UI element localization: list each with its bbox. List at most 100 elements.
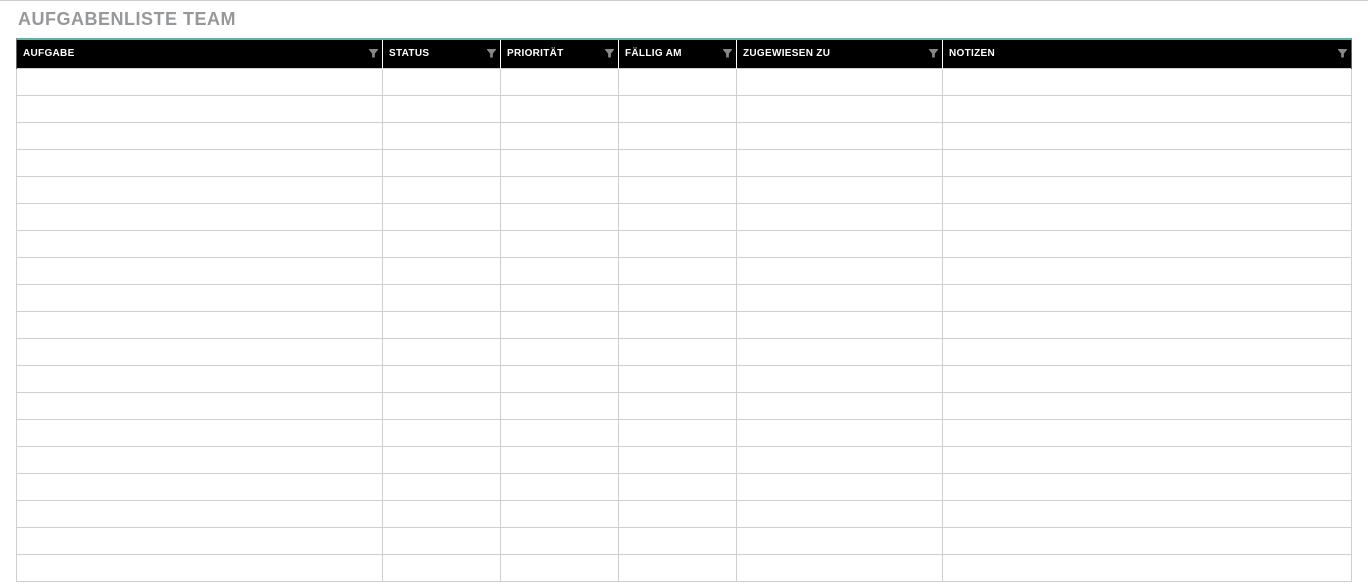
cell-faellig[interactable] (619, 122, 737, 149)
cell-notizen[interactable] (943, 419, 1352, 446)
cell-aufgabe[interactable] (17, 149, 383, 176)
cell-faellig[interactable] (619, 473, 737, 500)
cell-notizen[interactable] (943, 284, 1352, 311)
cell-prioritaet[interactable] (501, 122, 619, 149)
cell-notizen[interactable] (943, 554, 1352, 581)
cell-notizen[interactable] (943, 500, 1352, 527)
cell-aufgabe[interactable] (17, 176, 383, 203)
filter-icon[interactable] (928, 49, 938, 59)
cell-faellig[interactable] (619, 230, 737, 257)
cell-prioritaet[interactable] (501, 311, 619, 338)
cell-notizen[interactable] (943, 149, 1352, 176)
cell-faellig[interactable] (619, 500, 737, 527)
cell-prioritaet[interactable] (501, 338, 619, 365)
cell-faellig[interactable] (619, 203, 737, 230)
cell-prioritaet[interactable] (501, 554, 619, 581)
cell-status[interactable] (383, 365, 501, 392)
cell-status[interactable] (383, 230, 501, 257)
cell-aufgabe[interactable] (17, 500, 383, 527)
cell-status[interactable] (383, 446, 501, 473)
cell-status[interactable] (383, 122, 501, 149)
cell-status[interactable] (383, 311, 501, 338)
cell-zugewiesen[interactable] (737, 203, 943, 230)
cell-notizen[interactable] (943, 176, 1352, 203)
filter-icon[interactable] (1337, 49, 1347, 59)
cell-zugewiesen[interactable] (737, 365, 943, 392)
cell-prioritaet[interactable] (501, 257, 619, 284)
cell-aufgabe[interactable] (17, 230, 383, 257)
cell-prioritaet[interactable] (501, 95, 619, 122)
cell-zugewiesen[interactable] (737, 284, 943, 311)
cell-faellig[interactable] (619, 419, 737, 446)
cell-faellig[interactable] (619, 311, 737, 338)
cell-prioritaet[interactable] (501, 203, 619, 230)
cell-zugewiesen[interactable] (737, 338, 943, 365)
cell-zugewiesen[interactable] (737, 527, 943, 554)
cell-status[interactable] (383, 392, 501, 419)
col-header-prioritaet[interactable]: PRIORITÄT (501, 40, 619, 68)
cell-status[interactable] (383, 527, 501, 554)
cell-prioritaet[interactable] (501, 176, 619, 203)
cell-faellig[interactable] (619, 527, 737, 554)
cell-prioritaet[interactable] (501, 446, 619, 473)
cell-status[interactable] (383, 257, 501, 284)
cell-notizen[interactable] (943, 473, 1352, 500)
cell-notizen[interactable] (943, 392, 1352, 419)
cell-faellig[interactable] (619, 392, 737, 419)
col-header-faellig[interactable]: FÄLLIG AM (619, 40, 737, 68)
cell-zugewiesen[interactable] (737, 500, 943, 527)
cell-faellig[interactable] (619, 149, 737, 176)
cell-status[interactable] (383, 473, 501, 500)
cell-status[interactable] (383, 338, 501, 365)
cell-status[interactable] (383, 419, 501, 446)
cell-prioritaet[interactable] (501, 365, 619, 392)
cell-zugewiesen[interactable] (737, 392, 943, 419)
cell-zugewiesen[interactable] (737, 176, 943, 203)
cell-aufgabe[interactable] (17, 95, 383, 122)
col-header-notizen[interactable]: NOTIZEN (943, 40, 1352, 68)
cell-prioritaet[interactable] (501, 500, 619, 527)
cell-aufgabe[interactable] (17, 392, 383, 419)
col-header-status[interactable]: STATUS (383, 40, 501, 68)
cell-faellig[interactable] (619, 68, 737, 95)
cell-prioritaet[interactable] (501, 392, 619, 419)
cell-zugewiesen[interactable] (737, 473, 943, 500)
cell-status[interactable] (383, 500, 501, 527)
cell-faellig[interactable] (619, 554, 737, 581)
cell-notizen[interactable] (943, 527, 1352, 554)
cell-aufgabe[interactable] (17, 419, 383, 446)
cell-status[interactable] (383, 176, 501, 203)
cell-zugewiesen[interactable] (737, 554, 943, 581)
cell-zugewiesen[interactable] (737, 419, 943, 446)
cell-aufgabe[interactable] (17, 284, 383, 311)
cell-aufgabe[interactable] (17, 365, 383, 392)
cell-zugewiesen[interactable] (737, 95, 943, 122)
cell-status[interactable] (383, 149, 501, 176)
cell-notizen[interactable] (943, 95, 1352, 122)
cell-notizen[interactable] (943, 365, 1352, 392)
cell-notizen[interactable] (943, 230, 1352, 257)
cell-faellig[interactable] (619, 284, 737, 311)
filter-icon[interactable] (604, 49, 614, 59)
cell-faellig[interactable] (619, 257, 737, 284)
cell-prioritaet[interactable] (501, 419, 619, 446)
cell-aufgabe[interactable] (17, 122, 383, 149)
col-header-aufgabe[interactable]: AUFGABE (17, 40, 383, 68)
cell-notizen[interactable] (943, 122, 1352, 149)
filter-icon[interactable] (486, 49, 496, 59)
cell-prioritaet[interactable] (501, 149, 619, 176)
cell-aufgabe[interactable] (17, 311, 383, 338)
cell-status[interactable] (383, 68, 501, 95)
cell-aufgabe[interactable] (17, 257, 383, 284)
filter-icon[interactable] (368, 49, 378, 59)
cell-prioritaet[interactable] (501, 284, 619, 311)
cell-aufgabe[interactable] (17, 473, 383, 500)
cell-notizen[interactable] (943, 203, 1352, 230)
cell-faellig[interactable] (619, 338, 737, 365)
cell-notizen[interactable] (943, 311, 1352, 338)
cell-aufgabe[interactable] (17, 203, 383, 230)
cell-aufgabe[interactable] (17, 554, 383, 581)
cell-prioritaet[interactable] (501, 230, 619, 257)
cell-zugewiesen[interactable] (737, 149, 943, 176)
cell-aufgabe[interactable] (17, 338, 383, 365)
